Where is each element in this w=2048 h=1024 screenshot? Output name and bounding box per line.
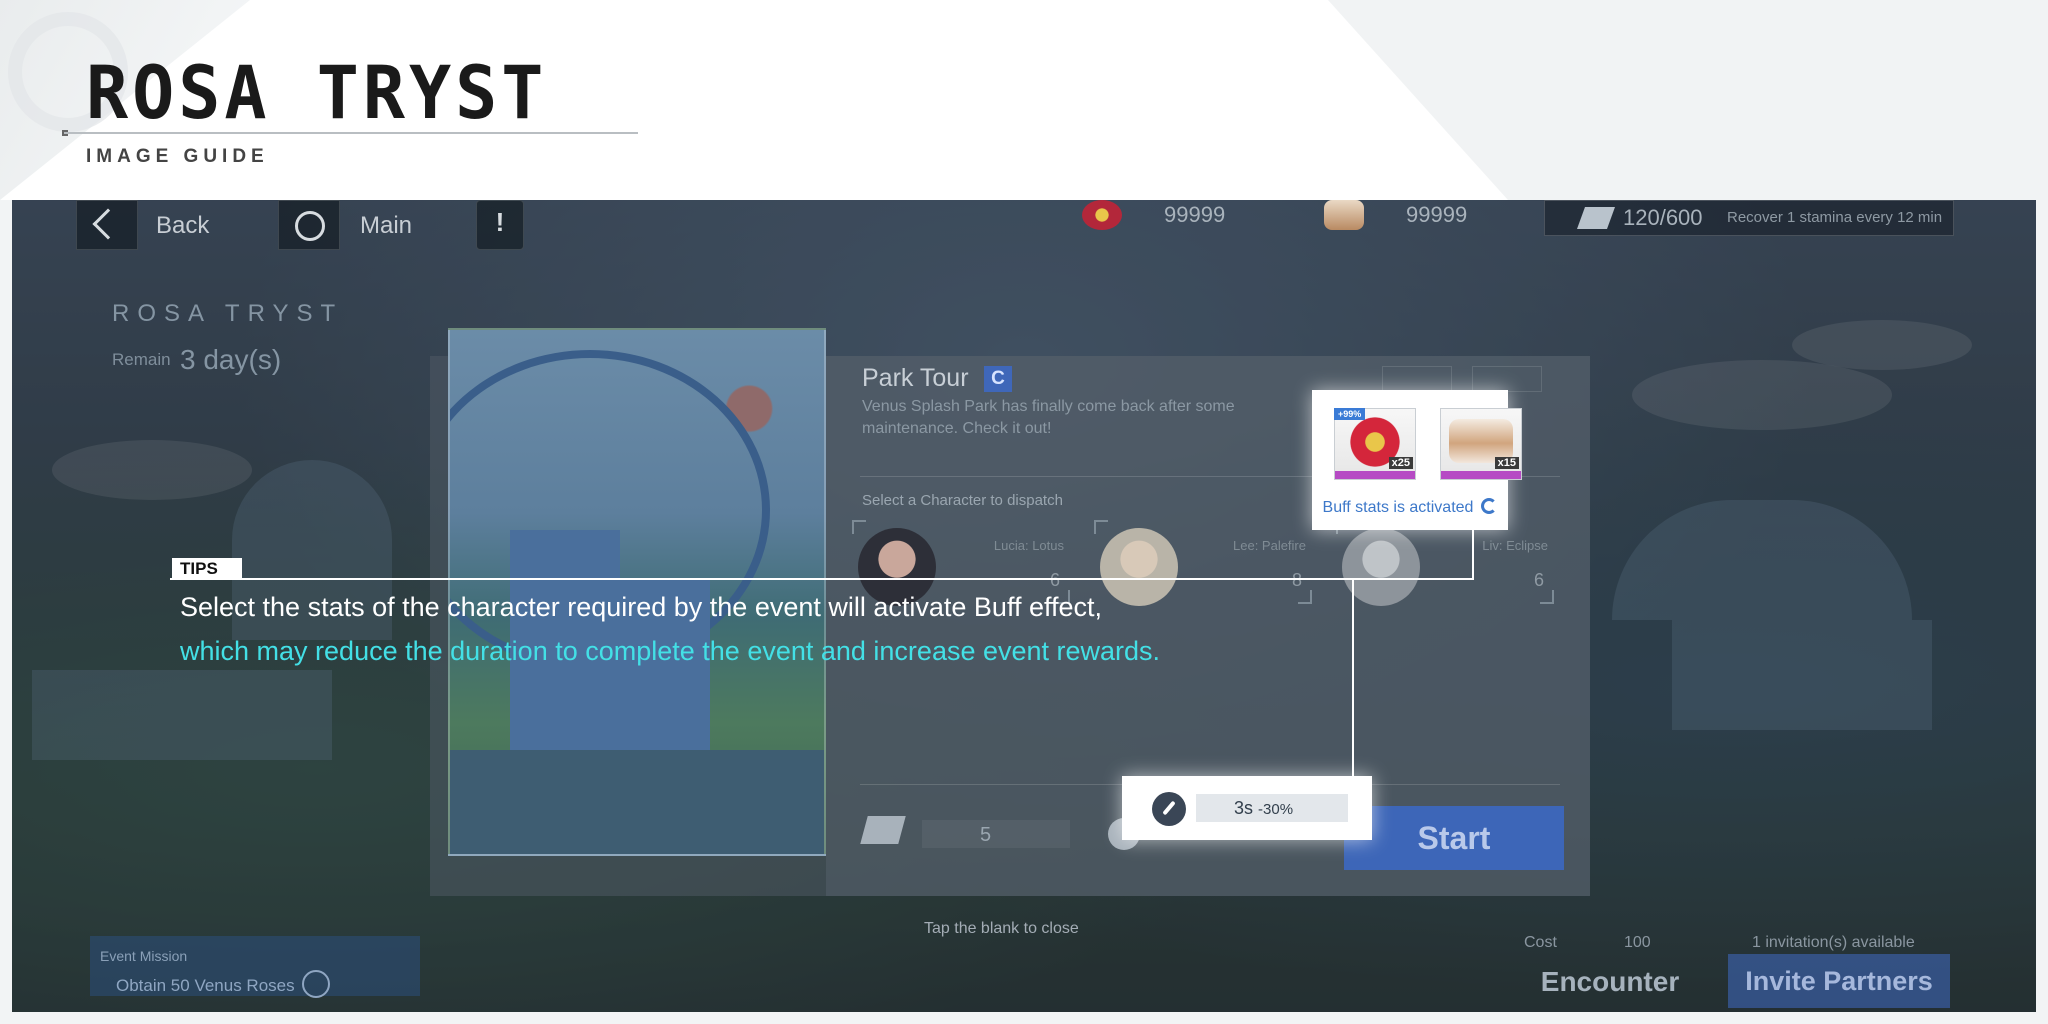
tips-line-2: which may reduce the duration to complet… (180, 636, 1161, 666)
callout-line (170, 578, 1474, 580)
event-name: ROSA TRYST (112, 300, 344, 327)
stamina-display: 120/600 Recover 1 stamina every 12 min (1544, 200, 1954, 236)
remain-value: 3 day(s) (180, 344, 282, 375)
start-button[interactable]: Start (1344, 806, 1564, 870)
encounter-cost-value: 100 (1624, 934, 1651, 951)
reward-item-venus-rose: +99% x25 (1334, 408, 1416, 480)
main-label: Main (360, 212, 413, 239)
reward-slot-header (1382, 366, 1452, 392)
check-icon (302, 970, 330, 998)
resource1-value: 99999 (1164, 202, 1226, 227)
character-stat: 6 (1533, 570, 1544, 590)
character-slot-2[interactable]: Lee: Palefire 8 (1092, 518, 1314, 606)
item-rarity-bar (1441, 471, 1521, 479)
time-value: 3s (1234, 798, 1254, 818)
park-ground (450, 750, 824, 854)
time-value-group: 3s -30% (1234, 798, 1293, 819)
slot-corner (852, 520, 866, 534)
character-name: Lee: Palefire (1233, 538, 1306, 553)
buff-activated-label: Buff stats is activated (1322, 499, 1474, 516)
avatar (1100, 528, 1178, 606)
encounter-cost-label: Cost (1524, 934, 1557, 951)
tips-line-1: Select the stats of the character requir… (180, 592, 1103, 622)
select-character-label: Select a Character to dispatch (862, 492, 1063, 509)
resource2-value: 99999 (1406, 202, 1468, 227)
buff-highlight-box: +99% x25 x15 Buff stats is activated (1312, 390, 1522, 530)
mission-rank-badge: C (984, 366, 1012, 392)
invite-partners-button[interactable]: Invite Partners (1728, 954, 1950, 1008)
info-icon: ! (495, 207, 505, 237)
guide-title: ROSA TRYST (86, 49, 548, 137)
venus-rose-coin-icon (1082, 200, 1122, 230)
chevron-left-icon (92, 208, 124, 240)
guide-page: ROSA TRYST IMAGE GUIDE Back Main ! 99999… (0, 0, 2048, 1024)
main-button[interactable] (278, 200, 340, 250)
event-mission-value: Obtain 50 Venus Roses (116, 976, 295, 995)
encounter-button[interactable]: Encounter (1520, 958, 1700, 1006)
stamina-recover-text: Recover 1 stamina every 12 min (1727, 209, 1943, 226)
character-slot-3[interactable]: Liv: Eclipse 6 (1334, 518, 1556, 606)
mission-description: Venus Splash Park has finally come back … (862, 398, 1235, 437)
tips-tag: TIPS (172, 558, 242, 580)
character-name: Liv: Eclipse (1482, 538, 1548, 553)
mission-name: Park Tour (862, 364, 969, 392)
buff-icon (1481, 498, 1498, 514)
reward-item-buff: x15 (1440, 408, 1522, 480)
item-quantity: x15 (1494, 457, 1519, 469)
callout-line (1472, 530, 1474, 580)
item-rarity-bar (1335, 471, 1415, 479)
callout-line (1352, 578, 1354, 776)
ticket-item-icon (1324, 200, 1364, 230)
event-mission-label: Event Mission (100, 948, 188, 964)
reward-slot-header (1472, 366, 1542, 392)
slot-corner (1298, 590, 1312, 604)
stamina-icon (1576, 207, 1616, 229)
info-button[interactable]: ! (476, 200, 524, 250)
time-reduction: -30% (1258, 801, 1294, 818)
stamina-cost-icon (860, 816, 906, 844)
guide-subtitle: IMAGE GUIDE (86, 146, 269, 167)
back-button[interactable] (76, 200, 138, 250)
character-stat: 6 (1049, 570, 1060, 590)
buff-activated-text: Buff stats is activated (1312, 498, 1508, 517)
character-name: Lucia: Lotus (993, 538, 1064, 553)
slot-corner (1094, 520, 1108, 534)
stamina-value: 120/600 (1623, 205, 1703, 230)
invitations-available: 1 invitation(s) available (1752, 934, 1915, 951)
cost-field (922, 820, 1070, 848)
time-icon (1152, 792, 1186, 826)
time-highlight-box: 3s -30% (1122, 776, 1372, 840)
home-ring-icon (295, 211, 325, 241)
back-label: Back (156, 212, 210, 239)
remain-label: Remain (112, 350, 171, 369)
title-rule (64, 132, 638, 134)
tap-to-close-hint[interactable]: Tap the blank to close (924, 920, 1079, 938)
character-stat: 8 (1291, 570, 1302, 590)
item-quantity: x25 (1388, 457, 1413, 469)
cost-value: 5 (980, 824, 992, 846)
slot-corner (1540, 590, 1554, 604)
bonus-tag: +99% (1334, 408, 1366, 420)
